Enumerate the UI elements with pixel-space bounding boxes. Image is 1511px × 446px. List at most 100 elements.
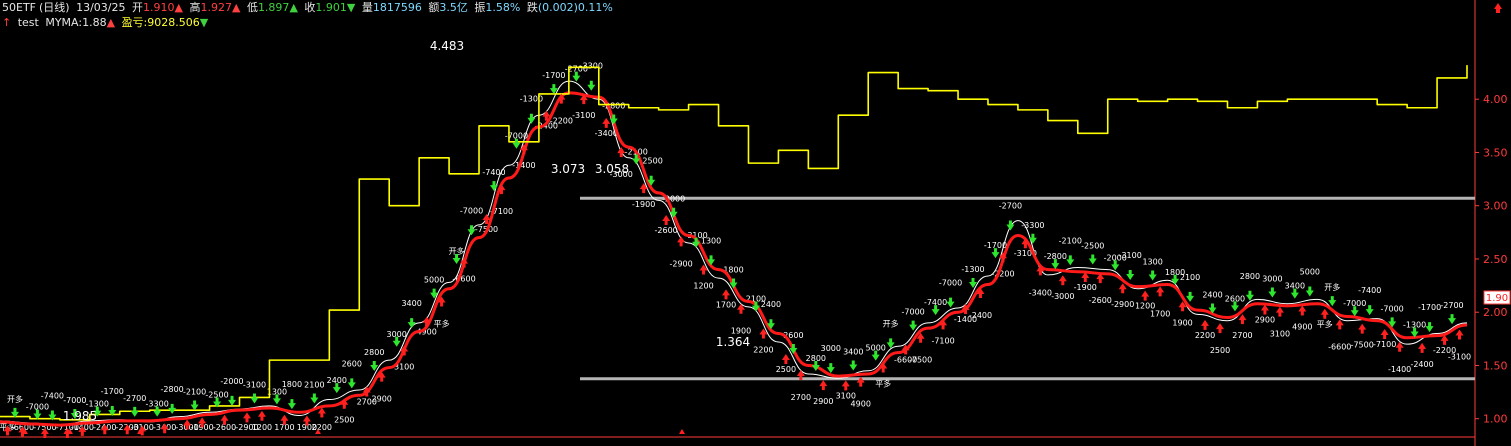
down-icon: ▼ <box>199 16 209 29</box>
trade-label: -2000 <box>220 377 243 386</box>
trade-label: 2600 <box>342 359 362 368</box>
sell-arrow <box>407 318 416 329</box>
trade-label: -7000 <box>63 396 86 405</box>
sell-arrow <box>1328 296 1337 307</box>
ma-line <box>0 91 1468 427</box>
trade-label: -7400 <box>41 392 64 401</box>
trade-label: -2900 <box>1111 300 1134 309</box>
y-tick-label: 1.50 <box>1483 359 1508 372</box>
trade-label: -7500 <box>909 356 932 365</box>
trade-label: -1700 <box>542 71 565 80</box>
trade-label: -2700 <box>999 201 1022 210</box>
trade-label: 开多 <box>1324 282 1340 292</box>
sell-arrow <box>310 393 319 404</box>
period: (日线) <box>39 1 70 14</box>
myma-value: 1.88 <box>82 16 107 29</box>
up-icon: ▲ <box>231 1 241 14</box>
change-label: 跌 <box>526 1 538 14</box>
trade-label: 4900 <box>1292 323 1312 332</box>
trade-label: 2700 <box>1232 331 1252 340</box>
buy-arrow <box>602 117 611 128</box>
trade-label: 4900 <box>851 400 871 409</box>
price-tag-text: 1.90 <box>1486 293 1508 304</box>
buy-arrow <box>736 303 745 314</box>
open-value: 1.910 <box>143 1 175 14</box>
trade-label: 2500 <box>776 365 796 374</box>
indicator-name: test <box>17 16 39 29</box>
trade-label: 2800 <box>1240 272 1260 281</box>
buy-arrow <box>1238 314 1247 325</box>
buy-arrow <box>1320 308 1329 319</box>
sell-arrow <box>168 403 177 414</box>
trade-label: 1200 <box>252 423 272 432</box>
trade-label: -2400 <box>969 311 992 320</box>
trade-label: -2700 <box>123 394 146 403</box>
trade-label: 2900 <box>813 397 833 406</box>
trade-label: -3100 <box>1448 353 1471 362</box>
trade-label: -1700 <box>1418 303 1441 312</box>
date: 13/03/25 <box>76 1 126 14</box>
buy-arrow <box>662 215 671 226</box>
buy-arrow <box>1216 323 1225 334</box>
close-value: 1.901 <box>315 1 347 14</box>
trade-label: 3400 <box>843 348 863 357</box>
trade-label: -2600 <box>1089 296 1112 305</box>
trade-label: -7000 <box>939 279 962 288</box>
trade-label: 5000 <box>424 276 444 285</box>
trade-label: -7000 <box>460 206 483 215</box>
down-icon: ▼ <box>346 1 356 14</box>
close-label: 收 <box>304 1 316 14</box>
trade-label: 2400 <box>1202 291 1222 300</box>
trade-label: -2800 <box>161 385 184 394</box>
sell-arrow <box>130 406 139 417</box>
volume-label: 量 <box>361 1 373 14</box>
indicator-arrow-icon: ↑ <box>2 16 12 29</box>
sell-arrow <box>1448 314 1457 325</box>
trade-label: -1900 <box>1074 283 1097 292</box>
trade-label: 1700 <box>1150 309 1170 318</box>
trade-label: 2200 <box>1195 331 1215 340</box>
buy-arrow <box>1118 283 1127 294</box>
trade-label: -1300 <box>961 265 984 274</box>
trade-label: -1400 <box>1388 365 1411 374</box>
trade-label: -7400 <box>482 168 505 177</box>
price-line <box>0 80 1468 426</box>
amount-value: 3.5亿 <box>439 1 468 14</box>
trade-label: -2600 <box>655 226 678 235</box>
trade-label: 平多 <box>1317 319 1333 329</box>
trade-label: 3400 <box>401 299 421 308</box>
indicator-header: ↑ test MYMA:1.88▲ 盈亏:9028.506▼ <box>2 16 211 30</box>
trade-label: 1700 <box>716 300 736 309</box>
sell-arrow <box>1126 269 1135 280</box>
annotation-label: 4.483 <box>430 39 464 53</box>
sell-arrow <box>1268 287 1277 298</box>
quote-header: 50ETF (日线) 13/03/25 开1.910▲ 高1.927▲ 低1.89… <box>2 1 616 15</box>
sell-arrow <box>1028 233 1037 244</box>
open-label: 开 <box>132 1 143 14</box>
price-chart[interactable]: 平多开多-6600-7000-7500-7400-7100-7000-1400-… <box>0 0 1511 446</box>
buy-arrow <box>1156 286 1165 297</box>
y-tick-label: 3.00 <box>1483 200 1508 213</box>
buy-arrow <box>939 319 948 330</box>
change-value: (0.002)0.11% <box>537 1 613 14</box>
buy-arrow <box>1455 329 1464 340</box>
trade-label: 开多 <box>7 394 23 404</box>
equity-line <box>0 65 1468 421</box>
buy-arrow <box>257 410 266 421</box>
trade-label: -1900 <box>632 200 655 209</box>
y-tick-label: 1.00 <box>1483 413 1508 426</box>
trade-label: 5000 <box>1300 267 1320 276</box>
trade-label: 1800 <box>282 380 302 389</box>
scroll-up-icon[interactable] <box>1494 3 1502 13</box>
sell-arrow <box>190 400 199 411</box>
buy-arrow <box>1358 323 1367 334</box>
annotation-label: 3.073 <box>551 162 585 176</box>
buy-arrow <box>1260 304 1269 315</box>
buy-arrow <box>1418 342 1427 353</box>
trade-label: -3000 <box>1051 292 1074 301</box>
trade-label: 1200 <box>693 282 713 291</box>
annotation-label: 3.058 <box>595 162 629 176</box>
trade-label: 2500 <box>334 416 354 425</box>
down-icon: ▲ <box>289 1 298 14</box>
trade-label: 2500 <box>1210 346 1230 355</box>
